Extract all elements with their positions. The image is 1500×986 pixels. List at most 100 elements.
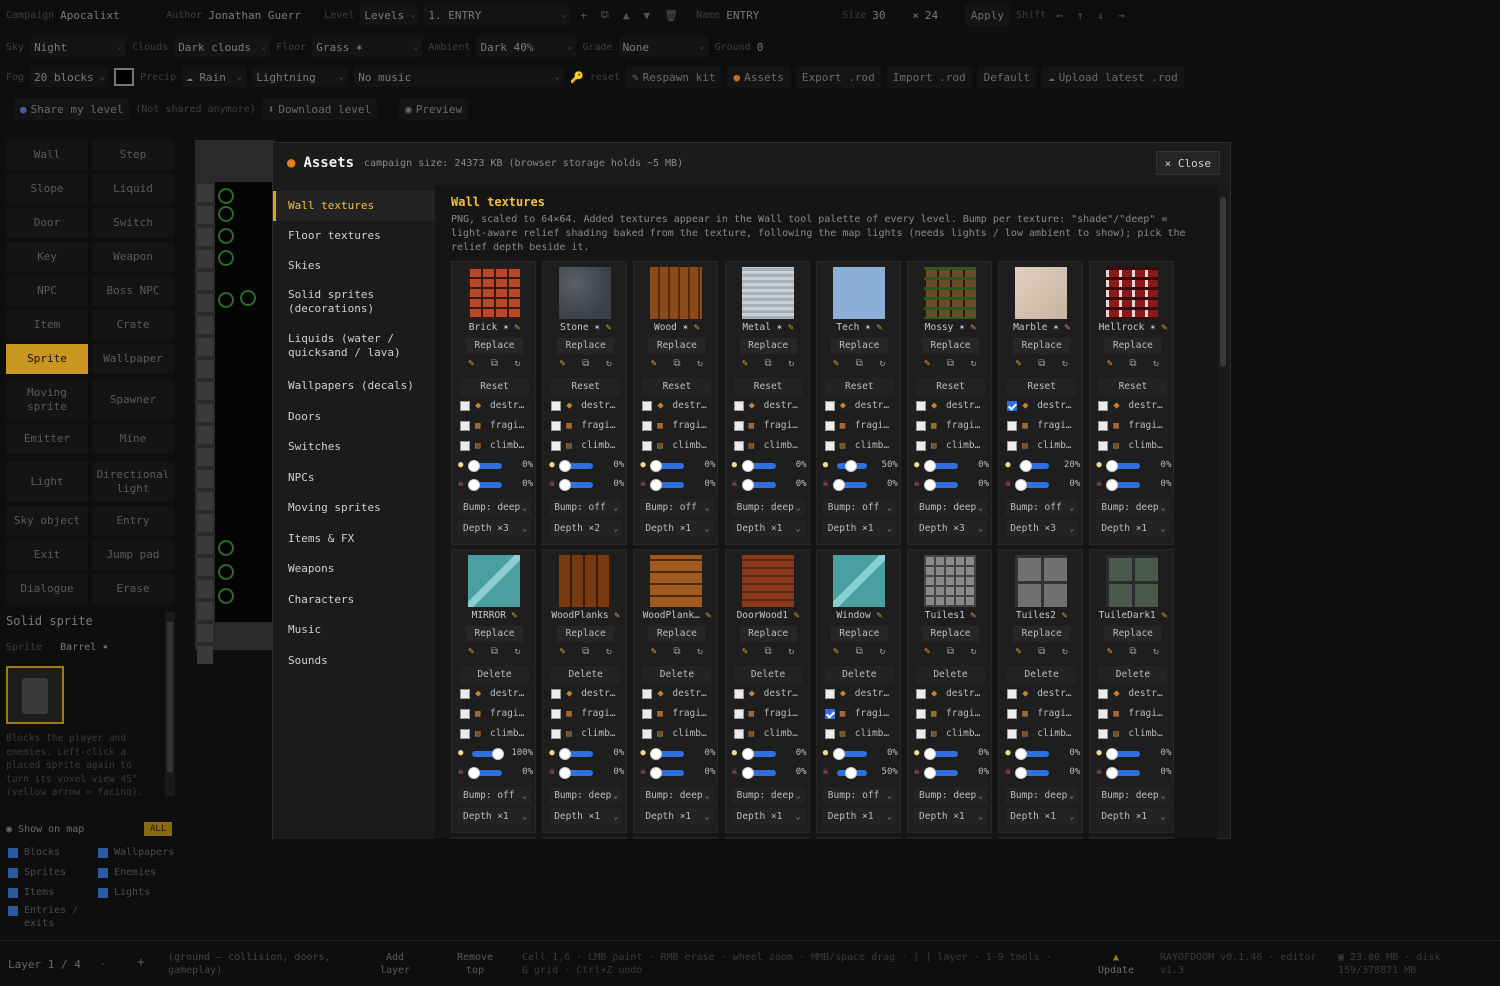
bump-select[interactable]: Bump: deep ⌄ — [1096, 787, 1170, 804]
checkbox-destr[interactable]: ⬥ destr… — [460, 400, 535, 411]
light-slider[interactable]: ● 0% — [1096, 748, 1173, 760]
pencil-icon[interactable]: ✎ — [742, 646, 748, 657]
map-cell[interactable] — [197, 580, 213, 598]
checkbox-fragi[interactable]: ▦ fragi… — [1098, 708, 1173, 719]
duplicate-icon[interactable]: ⧉ — [765, 358, 772, 369]
slider-track[interactable] — [1106, 767, 1141, 779]
category-floor-textures[interactable]: Floor textures — [273, 221, 435, 251]
map-entity-icon[interactable] — [218, 564, 234, 580]
trash-icon[interactable]: 🗑 — [660, 9, 682, 22]
slider-knob[interactable] — [924, 748, 936, 760]
depth-select[interactable]: Depth ×1 ⌄ — [731, 808, 805, 825]
light-slider[interactable]: ● 100% — [458, 748, 535, 760]
category-moving-sprites[interactable]: Moving sprites — [273, 493, 435, 523]
light-slider[interactable]: ● 0% — [1096, 460, 1173, 472]
show-wallpapers[interactable]: Wallpapers — [98, 846, 178, 859]
map-entity-icon[interactable] — [218, 188, 234, 204]
delete-button[interactable]: Delete — [460, 666, 529, 684]
replace-button[interactable]: Replace — [1013, 338, 1071, 354]
slider-track[interactable] — [472, 748, 504, 760]
tool-dialogue[interactable]: Dialogue — [6, 574, 88, 604]
levels-select[interactable]: Levels ⌄ — [360, 5, 419, 25]
slider-track[interactable] — [832, 748, 867, 760]
map-cell[interactable] — [197, 338, 213, 356]
destr-checkbox[interactable] — [733, 400, 744, 411]
level-select[interactable]: 1. ENTRY ⌄ — [424, 5, 571, 25]
lightning-select[interactable]: Lightning ⌄ — [252, 67, 349, 87]
move-up-icon[interactable]: ▲ — [619, 9, 634, 22]
fragi-checkbox[interactable] — [1007, 420, 1018, 431]
replace-button[interactable]: Replace — [830, 338, 888, 354]
tool-step[interactable]: Step — [92, 140, 174, 170]
close-button[interactable]: × Close — [1155, 151, 1220, 175]
climb-checkbox[interactable] — [551, 440, 562, 451]
slider-knob[interactable] — [741, 767, 754, 779]
duplicate-icon[interactable]: ⧉ — [1129, 646, 1136, 657]
rotate-icon[interactable]: ↻ — [1062, 646, 1068, 657]
texture-thumbnail[interactable] — [650, 267, 703, 319]
slider-knob[interactable] — [1106, 748, 1119, 760]
respawn-kit-button[interactable]: ✎ Respawn kit — [626, 66, 722, 88]
texture-thumbnail[interactable] — [1106, 267, 1159, 319]
destr-checkbox[interactable] — [642, 688, 653, 699]
rotate-icon[interactable]: ↻ — [515, 646, 521, 657]
replace-button[interactable]: Replace — [739, 338, 797, 354]
light-slider[interactable]: ● 50% — [823, 460, 900, 472]
destr-checkbox[interactable] — [733, 688, 744, 699]
slider-knob[interactable] — [559, 767, 572, 779]
slider-knob[interactable] — [468, 460, 480, 472]
pencil-icon[interactable]: ✎ — [924, 646, 930, 657]
ghost-slider[interactable]: ☠ 0% — [458, 767, 535, 779]
destr-checkbox[interactable] — [1007, 688, 1018, 699]
map-cell[interactable] — [197, 448, 213, 466]
reset-link[interactable]: reset — [590, 72, 620, 83]
climb-checkbox[interactable] — [642, 440, 653, 451]
reset-button[interactable]: Reset — [642, 378, 712, 396]
duplicate-icon[interactable]: ⧉ — [765, 646, 772, 657]
depth-select[interactable]: Depth ×1 ⌄ — [822, 520, 896, 537]
texture-thumbnail[interactable] — [741, 555, 794, 607]
map-cell[interactable] — [197, 558, 213, 576]
texture-thumbnail[interactable] — [559, 267, 612, 319]
duplicate-icon[interactable]: ⧉ — [1038, 358, 1045, 369]
map-grid[interactable] — [195, 140, 275, 664]
map-cell[interactable] — [197, 206, 213, 224]
destr-checkbox[interactable] — [916, 688, 926, 699]
pencil-icon[interactable]: ✎ — [600, 322, 612, 333]
duplicate-icon[interactable]: ⧉ — [947, 358, 954, 369]
tool-item[interactable]: Item — [6, 310, 88, 340]
rotate-icon[interactable]: ↻ — [971, 646, 977, 657]
category-wallpapers-decals[interactable]: Wallpapers (decals) — [273, 371, 435, 401]
tool-door[interactable]: Door — [6, 208, 88, 238]
climb-checkbox[interactable] — [460, 440, 470, 451]
name-input[interactable]: ENTRY — [726, 9, 836, 22]
depth-select[interactable]: Depth ×1 ⌄ — [458, 808, 531, 825]
size-height-input[interactable]: 24 — [925, 9, 959, 22]
slider-knob[interactable] — [741, 479, 754, 491]
delete-button[interactable]: Delete — [642, 666, 712, 684]
fragi-checkbox[interactable] — [460, 708, 470, 719]
replace-button[interactable]: Replace — [1104, 338, 1162, 354]
tool-wall[interactable]: Wall — [6, 140, 88, 170]
tool-entry[interactable]: Entry — [92, 506, 174, 536]
slider-knob[interactable] — [559, 748, 572, 760]
shift-up-icon[interactable]: ↑ — [1073, 9, 1088, 22]
destr-checkbox[interactable] — [824, 400, 835, 411]
left-scrollbar[interactable] — [165, 612, 175, 796]
ghost-slider[interactable]: ☠ 0% — [1096, 767, 1173, 779]
depth-select[interactable]: Depth ×1 ⌄ — [640, 808, 714, 825]
pencil-icon[interactable]: ✎ — [1056, 610, 1068, 621]
slider-knob[interactable] — [924, 479, 936, 491]
pencil-icon[interactable]: ✎ — [965, 322, 977, 333]
light-slider[interactable]: ● 0% — [1005, 748, 1082, 760]
size-width-input[interactable]: 30 — [872, 9, 906, 22]
ghost-slider[interactable]: ☠ 0% — [914, 479, 991, 491]
texture-thumbnail[interactable] — [1015, 267, 1068, 319]
climb-checkbox[interactable] — [1007, 728, 1018, 739]
bump-select[interactable]: Bump: deep ⌄ — [549, 787, 623, 804]
slider-track[interactable] — [924, 767, 958, 779]
duplicate-icon[interactable]: ⧉ — [582, 358, 589, 369]
sky-select[interactable]: Night ⌄ — [30, 37, 127, 57]
ghost-slider[interactable]: ☠ 0% — [1096, 479, 1173, 491]
pencil-icon[interactable]: ✎ — [833, 358, 839, 369]
